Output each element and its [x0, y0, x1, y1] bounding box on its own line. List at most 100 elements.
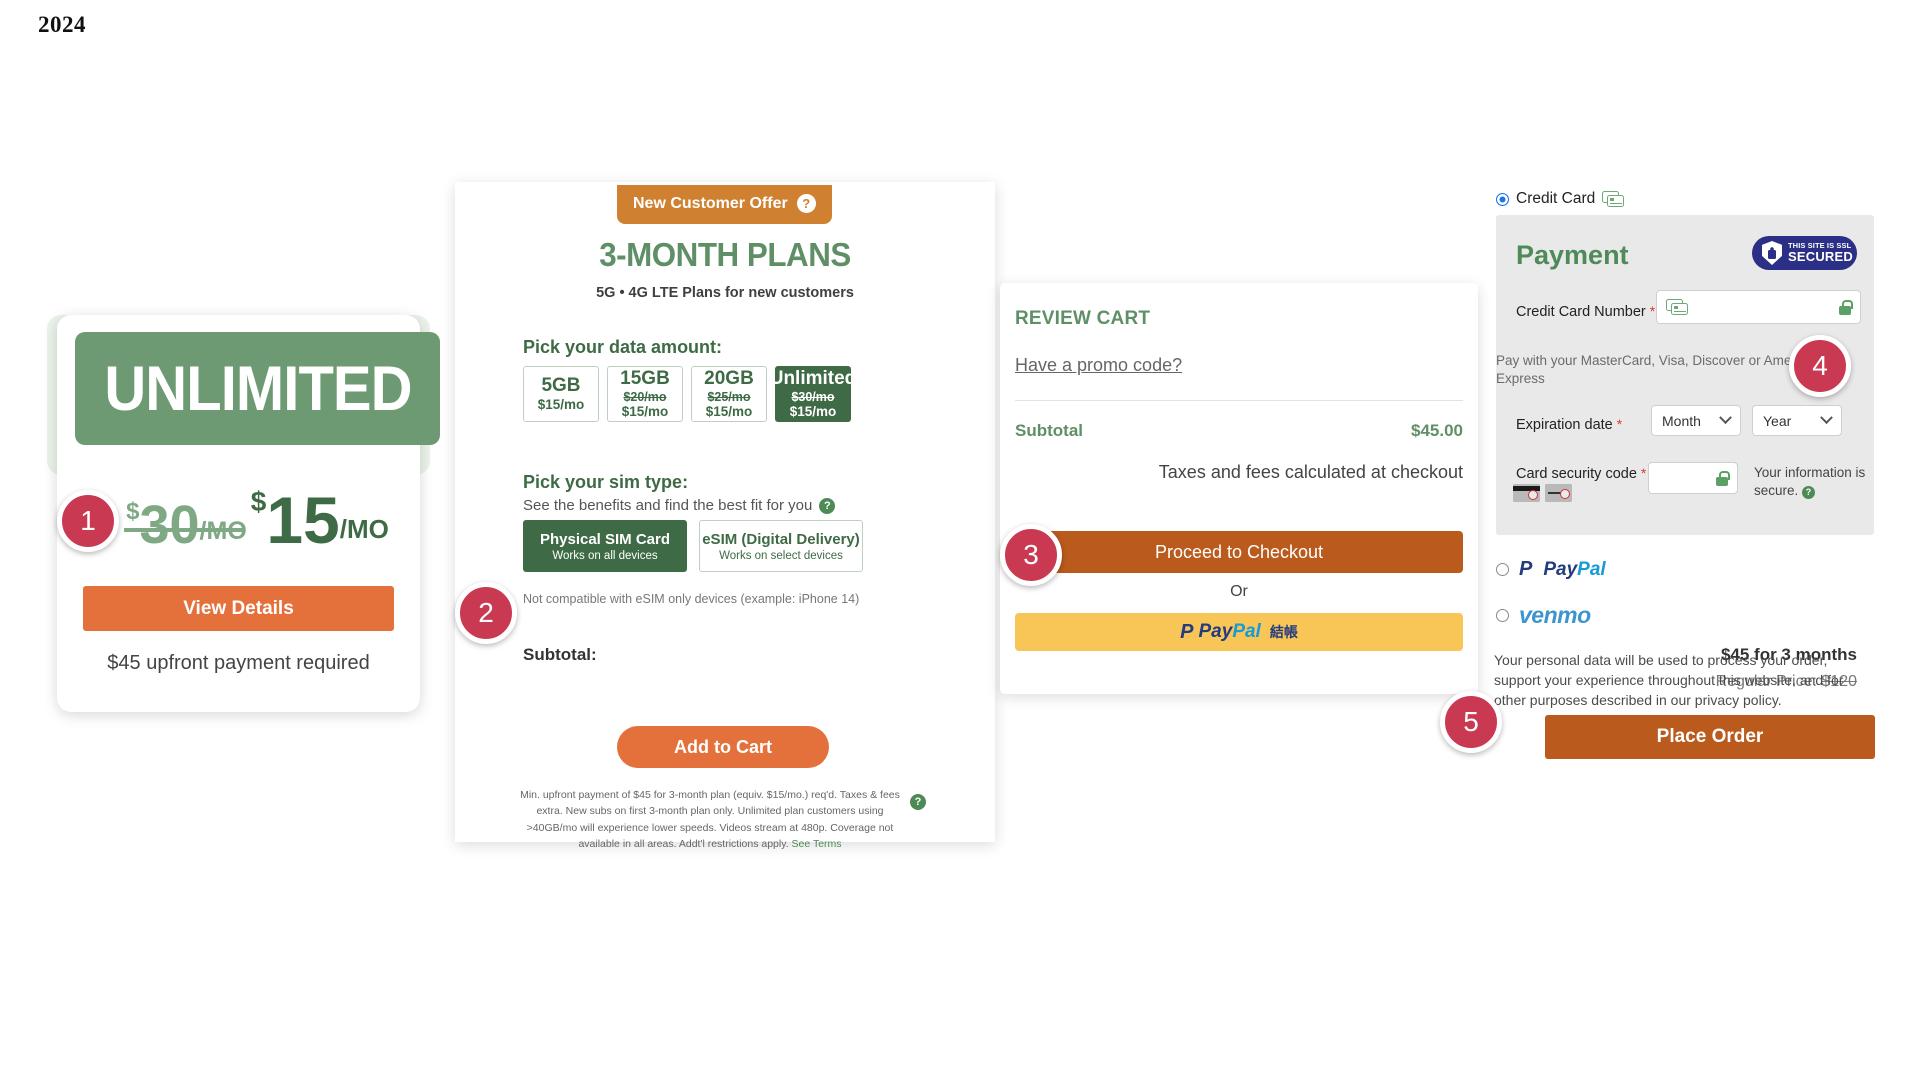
credit-card-radio[interactable] [1496, 192, 1509, 206]
chevron-down-icon [1820, 411, 1833, 425]
payment-heading: Payment [1516, 240, 1629, 270]
chevron-down-icon [1719, 411, 1732, 425]
venmo-radio-row[interactable]: venmo [1496, 602, 1591, 629]
data-option-price: $15/mo [789, 404, 837, 420]
taxes-note: Taxes and fees calculated at checkout [1158, 462, 1463, 482]
plan-name-banner: UNLIMITED [75, 332, 440, 445]
sim-option-title: eSIM (Digital Delivery) [702, 530, 860, 548]
plans-subtotal-label: Subtotal: [523, 645, 597, 664]
sim-help-icon[interactable]: ? [819, 497, 836, 514]
data-option-size: 5GB [541, 375, 581, 397]
plans-fine-print: Min. upfront payment of $45 for 3-month … [520, 787, 900, 852]
paypal-pal-text: Pal [1577, 558, 1606, 580]
data-option-size: Unlimited [769, 368, 857, 390]
information-secure-note: Your information is secure. ? [1754, 464, 1874, 499]
step-badge-2: 2 [455, 582, 517, 644]
sim-type-sub-text: See the benefits and find the best fit f… [523, 497, 813, 514]
data-option-20gb[interactable]: 20GB $25/mo $15/mo [691, 366, 767, 422]
credit-card-radio-row[interactable]: Credit Card [1496, 190, 1625, 208]
cc-number-label-text: Credit Card Number [1516, 304, 1646, 320]
venmo-radio[interactable] [1496, 609, 1509, 622]
required-asterisk: * [1640, 465, 1647, 481]
data-option-15gb[interactable]: 15GB $20/mo $15/mo [607, 366, 683, 422]
new-customer-offer-badge: New Customer Offer ? [617, 185, 832, 224]
sim-option-physical[interactable]: Physical SIM Card Works on all devices [523, 520, 687, 572]
data-option-5gb[interactable]: 5GB $15/mo [523, 366, 599, 422]
strikethrough-line [124, 528, 245, 532]
add-to-cart-button[interactable]: Add to Cart [617, 726, 829, 768]
screenshot-canvas: 2024 UNLIMITED $ 30 /MO $ 15 /MO View De… [0, 0, 1920, 1080]
new-price-amount: 15 [266, 482, 340, 557]
new-price-currency: $ [250, 486, 267, 517]
sim-option-esim[interactable]: eSIM (Digital Delivery) Works on select … [699, 520, 863, 572]
cvv-label-text: Card security code [1516, 466, 1637, 482]
ssl-line-2: SECURED [1788, 249, 1853, 265]
credit-card-number-label: Credit Card Number * [1516, 303, 1655, 320]
plan-price-block: $ 30 /MO $ 15 /MO [75, 482, 440, 557]
data-option-old-price: $30/mo [791, 390, 835, 405]
data-amount-options: 5GB $15/mo 15GB $20/mo $15/mo 20GB $25/m… [523, 366, 856, 422]
expiration-year-value: Year [1763, 412, 1792, 429]
sim-type-label: Pick your sim type: [523, 472, 689, 492]
expiration-month-value: Month [1662, 412, 1701, 429]
sim-type-options: Physical SIM Card Works on all devices e… [523, 520, 863, 572]
review-cart-title: REVIEW CART [1015, 308, 1151, 329]
sim-compatibility-note: Not compatible with eSIM only devices (e… [523, 592, 860, 606]
plans-subtitle: 5G • 4G LTE Plans for new customers [596, 285, 854, 301]
plan-name-label: UNLIMITED [103, 353, 412, 424]
data-amount-label: Pick your data amount: [523, 337, 723, 357]
fine-print-text: Min. upfront payment of $45 for 3-month … [520, 789, 900, 850]
secure-help-icon[interactable]: ? [1802, 485, 1816, 499]
place-order-button[interactable]: Place Order [1545, 715, 1875, 759]
old-price-amount: 30 [139, 494, 200, 555]
cart-subtotal-label: Subtotal [1015, 421, 1083, 440]
paypal-radio[interactable] [1496, 563, 1509, 576]
old-price-currency: $ [126, 498, 140, 525]
credit-card-label: Credit Card [1516, 190, 1596, 207]
step-badge-3: 3 [1000, 524, 1062, 586]
data-option-unlimited[interactable]: Unlimited $30/mo $15/mo [770, 366, 856, 422]
sim-option-title: Physical SIM Card [539, 530, 671, 548]
year-label: 2024 [38, 12, 86, 37]
required-asterisk: * [1649, 303, 1656, 319]
data-option-old-price: $25/mo [707, 390, 751, 405]
venmo-wordmark: venmo [1519, 602, 1591, 628]
expiration-year-select[interactable]: Year [1752, 405, 1842, 436]
question-icon[interactable]: ? [796, 194, 816, 213]
cvv-input[interactable] [1648, 462, 1738, 494]
review-cart-divider [1015, 400, 1463, 401]
paypal-pay-text: Pay [1198, 621, 1233, 642]
plans-title: 3-MONTH PLANS [599, 236, 851, 273]
paypal-checkout-button[interactable]: P Pay Pal 結帳 [1015, 613, 1463, 651]
paypal-radio-row[interactable]: P Pay Pal [1496, 558, 1606, 581]
lock-icon [1716, 470, 1730, 486]
cvv-front-card-icon [1545, 484, 1572, 502]
required-asterisk: * [1616, 416, 1623, 432]
sim-option-sub: Works on all devices [552, 549, 658, 562]
paypal-wordmark: Pay Pal [1543, 559, 1605, 581]
fine-print-help-icon[interactable]: ? [910, 794, 926, 810]
new-price-period: /MO [339, 514, 389, 544]
expiration-month-select[interactable]: Month [1651, 405, 1741, 436]
expiration-label-text: Expiration date [1516, 417, 1613, 433]
see-terms-link[interactable]: See Terms [792, 838, 842, 850]
credit-card-icon [1602, 191, 1625, 207]
card-security-code-label: Card security code * [1516, 465, 1646, 482]
view-details-button[interactable]: View Details [83, 586, 394, 631]
promo-code-link[interactable]: Have a promo code? [1015, 355, 1182, 376]
data-option-price: $15/mo [621, 404, 669, 420]
proceed-to-checkout-button[interactable]: Proceed to Checkout [1015, 531, 1463, 573]
or-separator: Or [1230, 583, 1248, 600]
data-option-price: $15/mo [537, 397, 585, 413]
ssl-secured-badge: THIS SITE IS SSL SECURED [1752, 236, 1857, 270]
sim-type-sub: See the benefits and find the best fit f… [523, 497, 836, 514]
paypal-wordmark: Pay Pal [1199, 621, 1261, 643]
card-input-icon [1666, 299, 1688, 315]
old-price: $ 30 /MO [124, 494, 247, 555]
paypal-pay-text: Pay [1543, 558, 1578, 580]
cvv-back-card-icon [1513, 484, 1540, 502]
ssl-badge-text: THIS SITE IS SSL SECURED [1788, 242, 1853, 264]
sim-option-sub: Works on select devices [719, 549, 843, 562]
lock-icon [1839, 299, 1853, 315]
credit-card-number-input[interactable] [1656, 290, 1861, 324]
